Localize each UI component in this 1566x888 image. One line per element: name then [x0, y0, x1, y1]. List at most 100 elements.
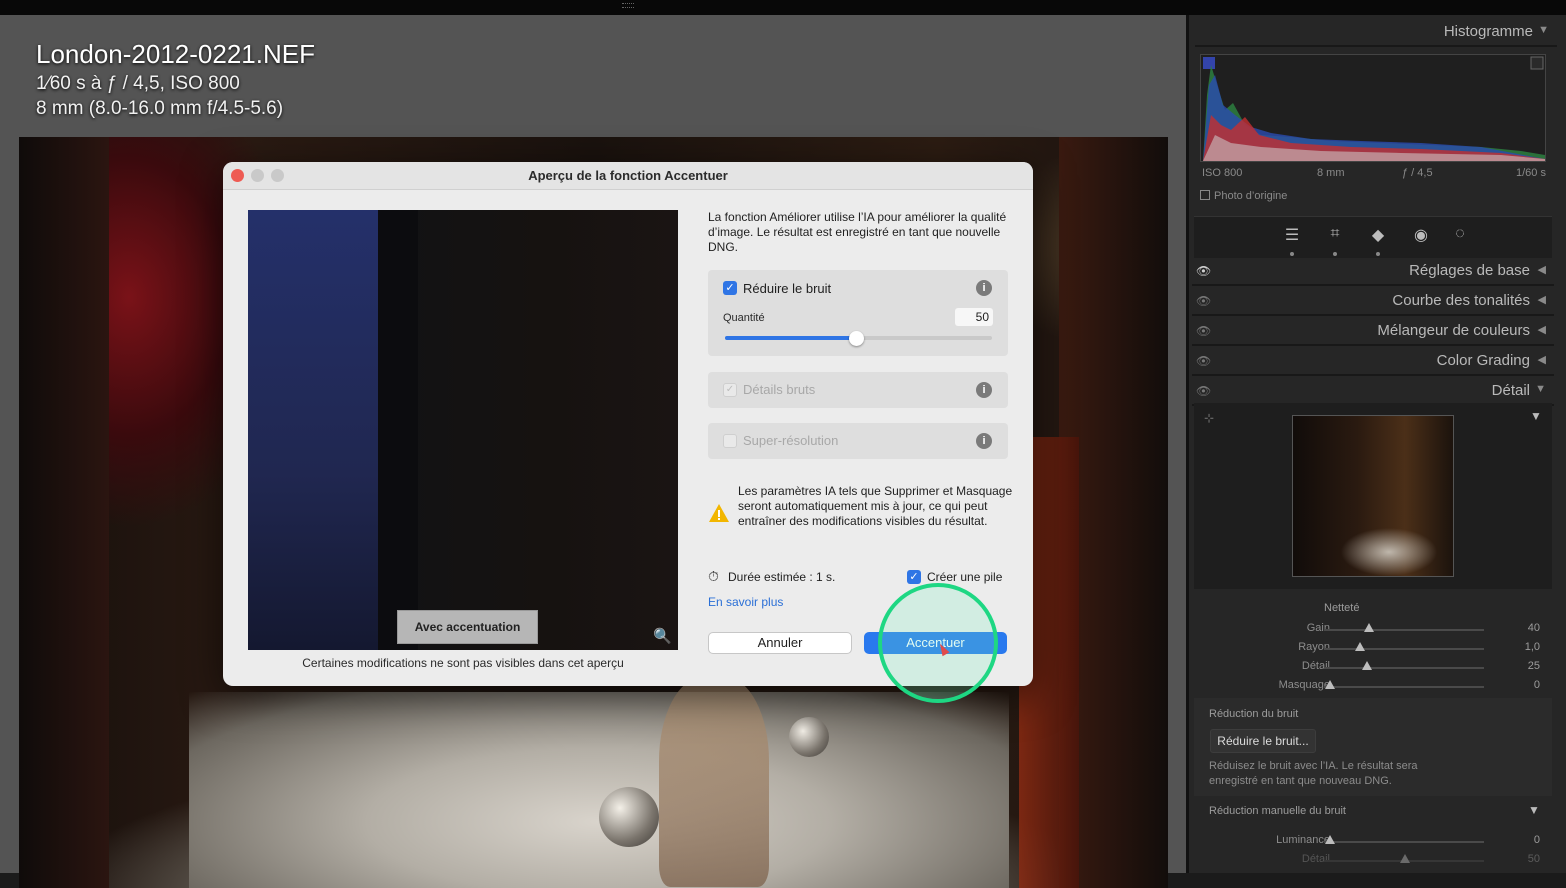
- panel-tone-curve-header[interactable]: 👁 Courbe des tonalités ◀: [1192, 288, 1554, 316]
- denoise-label: Réduire le bruit: [743, 281, 832, 296]
- slider-value[interactable]: 25: [1528, 660, 1540, 672]
- panel-color-grading[interactable]: 👁 Color Grading ◀: [1192, 348, 1554, 378]
- slider-masking[interactable]: Masquage 0: [1194, 677, 1552, 695]
- slider-value[interactable]: 50: [1528, 853, 1540, 865]
- slider-value[interactable]: 0: [1534, 834, 1540, 846]
- enhance-preview-image[interactable]: [248, 210, 678, 650]
- slider-track[interactable]: [1324, 841, 1484, 843]
- eye-icon[interactable]: 👁: [1196, 324, 1211, 338]
- detail-preview-toggle-icon[interactable]: ▼: [1530, 409, 1542, 423]
- histogram-iso: ISO 800: [1202, 167, 1243, 179]
- original-photo-toggle[interactable]: Photo d’origine: [1200, 190, 1287, 202]
- denoise-description: Réduisez le bruit avec l’IA. Le résultat…: [1209, 760, 1418, 787]
- histogram[interactable]: [1200, 54, 1546, 162]
- slider-luminance[interactable]: Luminance 0: [1194, 832, 1552, 850]
- highlight-clip-indicator[interactable]: [1530, 56, 1544, 70]
- denoise-option: ✓ Réduire le bruit i Quantité 50: [708, 270, 1008, 356]
- learn-more-link[interactable]: En savoir plus: [708, 595, 783, 609]
- slider-value[interactable]: 40: [1528, 622, 1540, 634]
- expanded-triangle-icon[interactable]: ▼: [1535, 383, 1546, 395]
- slider-value[interactable]: 0: [1534, 679, 1540, 691]
- sharpness-title: Netteté: [1324, 602, 1360, 614]
- crop-icon[interactable]: ⌗: [1324, 225, 1346, 256]
- amount-input[interactable]: 50: [955, 308, 993, 326]
- raw-details-label: Détails bruts: [743, 382, 816, 397]
- photo-figure: [659, 677, 769, 887]
- photo-exposure: 1⁄60 s à ƒ / 4,5, ISO 800: [36, 73, 240, 95]
- slider-label: Gain: [1306, 622, 1330, 634]
- panel-color-grading-header[interactable]: 👁 Color Grading ◀: [1192, 348, 1554, 376]
- eye-icon[interactable]: 👁: [1196, 384, 1211, 398]
- cancel-button[interactable]: Annuler: [708, 632, 852, 654]
- panel-color-mixer[interactable]: 👁 Mélangeur de couleurs ◀: [1192, 318, 1554, 348]
- eye-icon[interactable]: 👁: [1196, 354, 1211, 368]
- panel-detail-header[interactable]: 👁 Détail ▼: [1192, 378, 1554, 406]
- slider-knob[interactable]: [1362, 661, 1372, 670]
- slider-track[interactable]: [1324, 629, 1484, 631]
- timer-icon: ⏱: [708, 568, 719, 584]
- slider-gain[interactable]: Gain 40: [1194, 620, 1552, 638]
- slider-knob[interactable]: [1355, 642, 1365, 651]
- preview-before-after-toggle[interactable]: Avec accentuation: [397, 610, 538, 644]
- denoise-checkbox[interactable]: ✓: [723, 281, 737, 295]
- histogram-aperture: ƒ / 4,5: [1402, 167, 1433, 179]
- photo-dark-pillar: [19, 137, 109, 888]
- zoom-icon[interactable]: 🔍: [653, 627, 672, 645]
- histogram-header[interactable]: Histogramme ▼: [1195, 19, 1557, 47]
- histogram-title: Histogramme: [1443, 23, 1533, 40]
- amount-slider-knob[interactable]: [849, 331, 864, 346]
- slider-radius[interactable]: Rayon 1,0: [1194, 639, 1552, 657]
- tool-dot: [1333, 252, 1337, 256]
- info-icon[interactable]: i: [976, 280, 992, 296]
- dialog-titlebar[interactable]: Aperçu de la fonction Accentuer: [223, 162, 1033, 190]
- panel-tone-curve-label: Courbe des tonalités: [1392, 292, 1530, 309]
- panel-color-mixer-header[interactable]: 👁 Mélangeur de couleurs ◀: [1192, 318, 1554, 346]
- panel-tone-curve[interactable]: 👁 Courbe des tonalités ◀: [1192, 288, 1554, 318]
- info-icon[interactable]: i: [976, 433, 992, 449]
- slider-detail[interactable]: Détail 25: [1194, 658, 1552, 676]
- collapsed-triangle-icon[interactable]: ◀: [1538, 263, 1546, 276]
- shadow-clip-indicator[interactable]: [1203, 57, 1215, 69]
- panel-basic-header[interactable]: 👁 Réglages de base ◀: [1192, 258, 1554, 286]
- collapsed-triangle-icon[interactable]: ◀: [1538, 293, 1546, 306]
- slider-value[interactable]: 1,0: [1525, 641, 1540, 653]
- slider-knob[interactable]: [1400, 854, 1410, 863]
- target-icon[interactable]: ⊹: [1204, 411, 1214, 425]
- denoise-button[interactable]: Réduire le bruit...: [1210, 729, 1316, 753]
- panel-basic-label: Réglages de base: [1409, 262, 1530, 279]
- mask-icon[interactable]: ◌: [1449, 225, 1471, 247]
- info-icon[interactable]: i: [976, 382, 992, 398]
- redeye-icon[interactable]: ◉: [1410, 225, 1432, 247]
- window-grip[interactable]: [622, 3, 634, 8]
- photo-ornament: [789, 717, 829, 757]
- raw-details-checkbox[interactable]: ✓: [723, 383, 737, 397]
- manual-noise-toggle-icon[interactable]: ▼: [1528, 803, 1540, 817]
- detail-preview-thumbnail[interactable]: [1292, 415, 1454, 577]
- slider-knob[interactable]: [1325, 835, 1335, 844]
- collapse-triangle-icon[interactable]: ▼: [1538, 24, 1549, 36]
- slider-track[interactable]: [1324, 667, 1484, 669]
- click-highlight-ring: [878, 583, 998, 703]
- histogram-shutter: 1/60 s: [1516, 167, 1546, 179]
- sliders-icon[interactable]: ☰: [1281, 225, 1303, 256]
- histogram-graph: [1203, 56, 1545, 161]
- eye-icon[interactable]: 👁: [1196, 294, 1211, 308]
- slider-label: Détail: [1301, 660, 1330, 672]
- original-photo-checkbox[interactable]: [1200, 190, 1210, 200]
- slider-track[interactable]: [1324, 648, 1484, 650]
- eraser-icon[interactable]: ◆: [1367, 225, 1389, 256]
- collapsed-triangle-icon[interactable]: ◀: [1538, 353, 1546, 366]
- collapsed-triangle-icon[interactable]: ◀: [1538, 323, 1546, 336]
- estimated-duration: Durée estimée : 1 s.: [728, 570, 836, 584]
- slider-noise-detail[interactable]: Détail 50: [1194, 851, 1552, 869]
- photo-snow: [189, 692, 1009, 888]
- create-stack-checkbox[interactable]: ✓: [907, 570, 921, 584]
- slider-track[interactable]: [1324, 686, 1484, 688]
- tool-dot: [1290, 252, 1294, 256]
- photo-lens: 8 mm (8.0-16.0 mm f/4.5-5.6): [36, 98, 284, 119]
- eye-icon[interactable]: 👁: [1196, 264, 1211, 278]
- panel-basic[interactable]: 👁 Réglages de base ◀: [1192, 258, 1554, 288]
- slider-knob[interactable]: [1364, 623, 1374, 632]
- super-resolution-checkbox[interactable]: [723, 434, 737, 448]
- slider-knob[interactable]: [1325, 680, 1335, 689]
